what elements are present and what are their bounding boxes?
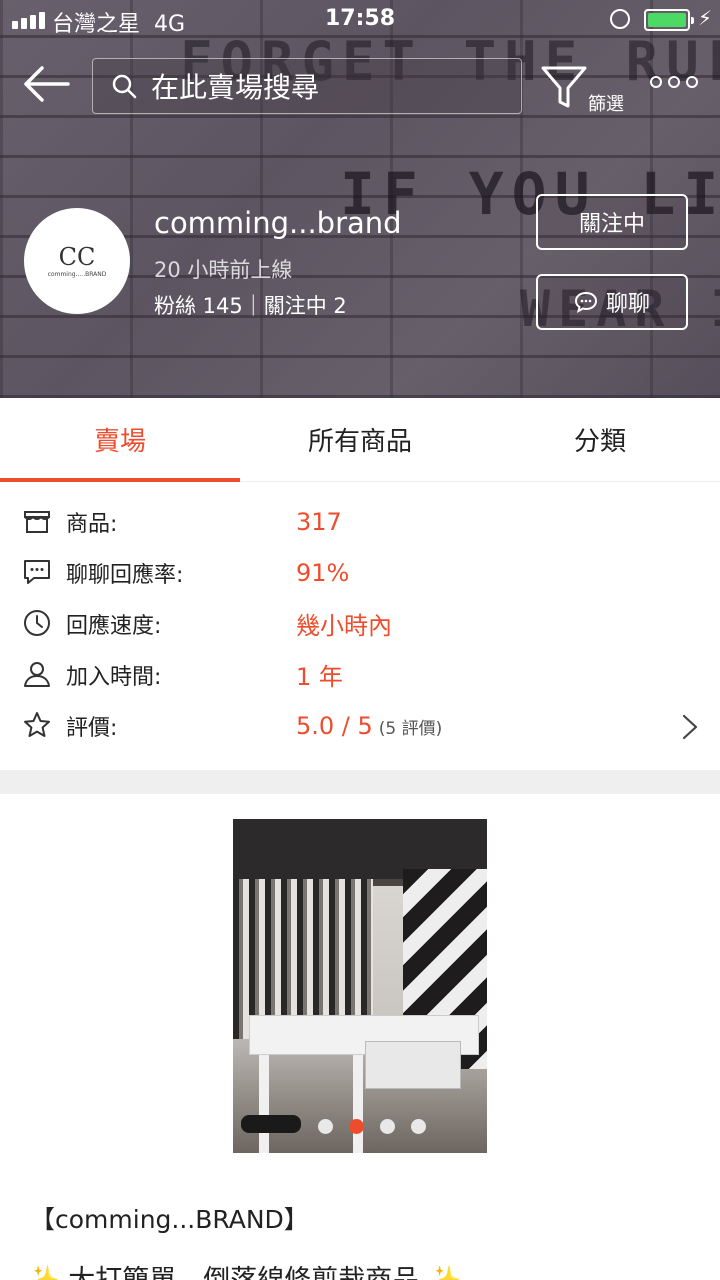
rating-count: (5 評價) (378, 718, 443, 739)
carousel-dot-active[interactable] (349, 1119, 364, 1134)
info-row-products: 商品: 317 (0, 496, 720, 547)
carousel-dot[interactable] (380, 1119, 395, 1134)
filter-icon (541, 66, 587, 108)
joined-label: 加入時間: (66, 664, 162, 690)
shop-description-title: 【comming...BRAND】 (30, 1205, 309, 1234)
info-row-rating[interactable]: 評價: 5.0 / 5 (5 評價) (0, 700, 720, 751)
rotation-lock-icon (610, 9, 630, 29)
filter-button[interactable]: 篩選 (540, 64, 630, 115)
tab-categories[interactable]: 分類 (480, 398, 720, 481)
info-row-response-speed: 回應速度: 幾小時內 (0, 598, 720, 649)
star-icon (24, 712, 50, 737)
following-button-label: 關注中 (578, 212, 645, 237)
following-button[interactable]: 關注中 (536, 194, 688, 250)
shop-icon (24, 511, 50, 533)
status-bar: 台灣之星 4G 17:58 ⚡ (0, 0, 720, 40)
shop-avatar[interactable]: CC comming.....BRAND (24, 208, 130, 314)
search-placeholder: 在此賣場搜尋 (151, 71, 320, 104)
tab-all-products[interactable]: 所有商品 (240, 398, 480, 481)
carousel-dot[interactable] (411, 1119, 426, 1134)
response-speed-value: 幾小時內 (296, 612, 392, 640)
chat-rate-value: 91% (296, 558, 350, 587)
chat-button[interactable]: 聊聊 (536, 274, 688, 330)
info-row-chat-rate: 聊聊回應率: 91% (0, 547, 720, 598)
more-dot-icon (686, 76, 698, 88)
products-value: 317 (296, 507, 342, 536)
shop-banner-image[interactable] (233, 819, 487, 1153)
shop-tabs: 賣場 所有商品 分類 (0, 398, 720, 482)
section-divider (0, 770, 720, 794)
shop-info-list: 商品: 317 聊聊回應率: 91% 回應速度: 幾小時內 加入時間: 1 年 … (0, 496, 720, 751)
chat-button-label: 聊聊 (605, 292, 650, 317)
more-dot-icon (668, 76, 680, 88)
response-speed-label: 回應速度: (66, 613, 162, 639)
shop-header-banner: FORGET THE RULES IF YOU LIKE IT WEAR IT … (0, 0, 720, 398)
tab-shop[interactable]: 賣場 (0, 398, 240, 482)
sparkle-icon: ✨ (428, 1265, 462, 1280)
back-arrow-icon (24, 66, 70, 102)
avatar-logo-mark: CC (58, 242, 96, 271)
rating-value: 5.0 / 5 (5 評價) (296, 711, 443, 740)
chevron-right-icon (682, 714, 698, 740)
carousel-indicator (318, 1119, 426, 1134)
charging-icon: ⚡ (698, 6, 713, 30)
follower-stats: 粉絲 145｜關注中 2 (154, 294, 347, 318)
more-dot-icon (650, 76, 662, 88)
joined-value: 1 年 (296, 663, 343, 691)
online-status: 20 小時前上線 (154, 258, 293, 282)
carousel-dot[interactable] (318, 1119, 333, 1134)
chat-icon (574, 291, 597, 313)
shop-description-line: ✨ 大打簡單，倒落線條剪裁商品 ✨ (26, 1258, 461, 1280)
sparkle-icon: ✨ (26, 1265, 60, 1280)
chat-bubble-icon (24, 560, 50, 584)
chat-rate-label: 聊聊回應率: (66, 562, 184, 588)
info-row-joined: 加入時間: 1 年 (0, 649, 720, 700)
shop-name: comming...brand (154, 206, 402, 240)
more-options-button[interactable] (650, 76, 698, 88)
search-input[interactable]: 在此賣場搜尋 (92, 58, 522, 114)
user-icon (24, 662, 50, 687)
products-label: 商品: (66, 511, 118, 537)
back-button[interactable] (20, 62, 72, 106)
rating-label: 評價: (66, 715, 118, 741)
battery-icon (644, 9, 694, 31)
avatar-logo-text: comming.....BRAND (47, 270, 107, 278)
search-icon (112, 74, 137, 99)
filter-label: 篩選 (588, 94, 624, 115)
clock-icon (24, 610, 50, 636)
